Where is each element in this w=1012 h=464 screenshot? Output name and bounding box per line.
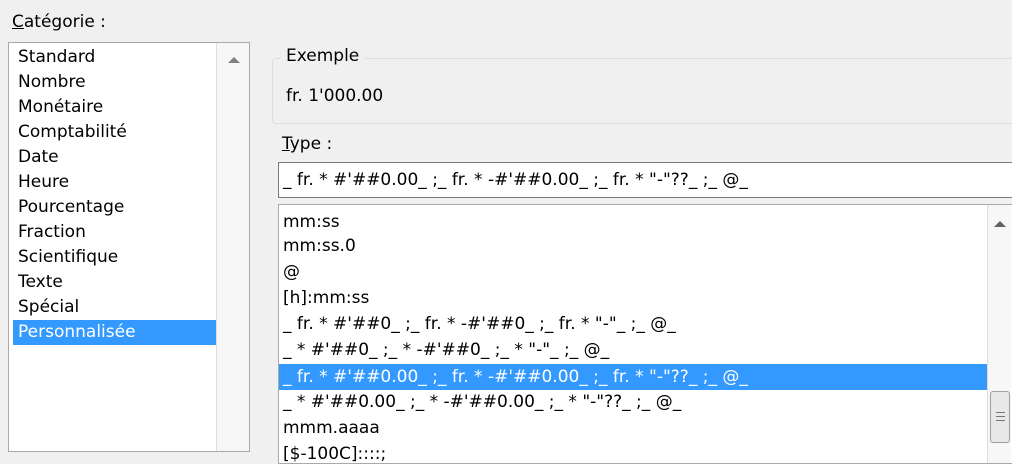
format-item-selected[interactable]: _ fr. * #'##0.00_ ;_ fr. * -#'##0.00_ ;_… [279, 364, 987, 390]
category-item-special[interactable]: Spécial [13, 295, 221, 320]
format-item[interactable]: mm:ss [279, 209, 987, 235]
category-item-pourcentage[interactable]: Pourcentage [13, 195, 221, 220]
scroll-up-arrow-icon[interactable] [228, 57, 240, 63]
format-item[interactable]: @ [279, 259, 987, 285]
exemple-title: Exemple [280, 46, 366, 66]
type-label: Type : [282, 134, 332, 154]
format-scrollbar[interactable] [987, 205, 1011, 463]
grip-line [996, 416, 1005, 417]
grip-line [996, 412, 1005, 413]
category-item-nombre[interactable]: Nombre [13, 70, 221, 95]
categorie-listbox[interactable]: Standard Nombre Monétaire Comptabilité D… [8, 42, 250, 452]
category-item-date[interactable]: Date [13, 145, 221, 170]
type-input[interactable]: _ fr. * #'##0.00_ ;_ fr. * -#'##0.00_ ;_… [278, 162, 1012, 198]
category-item-scientifique[interactable]: Scientifique [13, 245, 221, 270]
category-item-comptabilite[interactable]: Comptabilité [13, 120, 221, 145]
format-item[interactable]: _ * #'##0_ ;_ * -#'##0_ ;_ * "-"_ ;_ @_ [279, 337, 987, 363]
type-label-text: ype : [289, 134, 333, 154]
format-item[interactable]: [$-100C]::::; [279, 441, 987, 463]
category-item-monetaire[interactable]: Monétaire [13, 95, 221, 120]
format-listbox[interactable]: mm:ss mm:ss.0 @ [h]:mm:ss _ fr. * #'##0_… [278, 204, 1012, 464]
scrollbar-thumb[interactable] [990, 391, 1010, 443]
format-item[interactable]: _ fr. * #'##0_ ;_ fr. * -#'##0_ ;_ fr. *… [279, 311, 987, 337]
scroll-up-arrow-icon[interactable] [994, 221, 1006, 227]
categorie-label-accelerator: C [12, 12, 24, 32]
category-item-heure[interactable]: Heure [13, 170, 221, 195]
categorie-label-text: atégorie : [23, 12, 106, 32]
format-item[interactable]: mm:ss.0 [279, 233, 987, 259]
format-item[interactable]: mmm.aaaa [279, 415, 987, 441]
exemple-value: fr. 1'000.00 [286, 86, 384, 106]
categorie-label: Catégorie : [12, 12, 106, 32]
categorie-scrollbar[interactable] [216, 43, 249, 451]
category-item-standard[interactable]: Standard [13, 45, 221, 70]
type-label-accelerator: T [282, 134, 290, 154]
category-item-personnalisee[interactable]: Personnalisée [13, 320, 221, 345]
format-item[interactable]: [h]:mm:ss [279, 285, 987, 311]
category-item-texte[interactable]: Texte [13, 270, 221, 295]
format-item[interactable]: _ * #'##0.00_ ;_ * -#'##0.00_ ;_ * "-"??… [279, 389, 987, 415]
grip-line [996, 420, 1005, 421]
category-item-fraction[interactable]: Fraction [13, 220, 221, 245]
